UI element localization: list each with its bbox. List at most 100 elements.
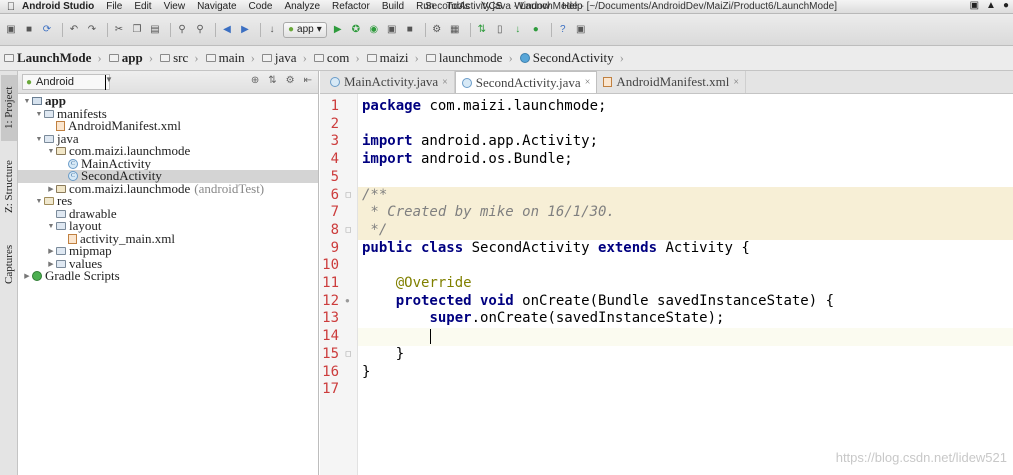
menu-edit[interactable]: Edit — [134, 1, 151, 12]
menu-refactor[interactable]: Refactor — [332, 1, 370, 12]
android-monitor-icon[interactable]: ● — [529, 23, 543, 37]
breadcrumb-launchmode[interactable]: launchmode › — [425, 50, 513, 66]
open-folder-icon[interactable]: ▣ — [4, 23, 18, 37]
breadcrumb-src[interactable]: src › — [160, 50, 199, 66]
expand-arrow-icon[interactable]: ▶ — [46, 185, 56, 193]
tree-item-mipmap[interactable]: ▶ mipmap — [18, 243, 318, 258]
breadcrumb-secondactivity[interactable]: SecondActivity › — [519, 50, 624, 66]
replace-icon[interactable]: ⚲ — [193, 23, 207, 37]
copy-icon[interactable]: ❐ — [130, 23, 144, 37]
cut-icon[interactable]: ✂ — [112, 23, 126, 37]
project-view-select[interactable]: ● Android ▼ — [22, 74, 113, 90]
breadcrumb-maizi[interactable]: maizi › — [366, 50, 419, 66]
menu-navigate[interactable]: Navigate — [197, 1, 236, 12]
menu-code[interactable]: Code — [249, 1, 273, 12]
profile-icon[interactable]: ▣ — [385, 23, 399, 37]
override-icon[interactable]: ● — [345, 296, 350, 305]
camera-icon[interactable]: ▣ — [970, 0, 979, 11]
module-folder-icon — [32, 97, 42, 106]
package-icon — [56, 184, 66, 193]
expand-arrow-icon[interactable]: ▼ — [34, 135, 44, 143]
redo-icon[interactable]: ↷ — [85, 23, 99, 37]
tree-item-res[interactable]: ▼ res — [18, 193, 318, 208]
avd-manager-icon[interactable]: ▯ — [493, 23, 507, 37]
attach-debugger-icon[interactable]: ◉ — [367, 23, 381, 37]
sync-icon[interactable]: ⟳ — [40, 23, 54, 37]
find-icon[interactable]: ⚲ — [175, 23, 189, 37]
expand-arrow-icon[interactable]: ▼ — [46, 222, 56, 230]
close-icon[interactable]: × — [733, 77, 739, 88]
fold-icon[interactable]: ◻ — [345, 349, 352, 358]
menu-view[interactable]: View — [164, 1, 186, 12]
run-icon[interactable]: ▶ — [331, 23, 345, 37]
breadcrumb-project[interactable]: LaunchMode › — [4, 50, 102, 66]
code-line-14 — [358, 328, 1013, 346]
menu-analyze[interactable]: Analyze — [284, 1, 320, 12]
code-line-4: import android.os.Bundle; — [362, 151, 573, 168]
code-line-12: protected void onCreate(Bundle savedInst… — [395, 292, 835, 309]
breadcrumb-main[interactable]: main › — [205, 50, 255, 66]
debug-icon[interactable]: ✪ — [349, 23, 363, 37]
paste-icon[interactable]: ▤ — [148, 23, 162, 37]
folder-icon — [108, 54, 119, 62]
app-menu[interactable]: Android Studio — [22, 1, 94, 12]
tab-structure[interactable]: Z: Structure — [1, 151, 17, 223]
scroll-from-source-icon[interactable]: ⊕ — [251, 75, 259, 86]
expand-arrow-icon[interactable]: ▶ — [46, 260, 56, 268]
tab-captures[interactable]: Captures — [1, 233, 17, 295]
project-structure-icon[interactable]: ▦ — [448, 23, 462, 37]
fold-icon[interactable]: ◻ — [345, 190, 352, 199]
breadcrumb-com[interactable]: com › — [313, 50, 360, 66]
sdk-manager-icon[interactable]: ↓ — [511, 23, 525, 37]
sync-gradle-icon[interactable]: ⇅ — [475, 23, 489, 37]
make-project-icon[interactable]: ↓ — [265, 23, 279, 37]
save-icon[interactable]: ■ — [22, 23, 36, 37]
plugins-icon[interactable]: ▣ — [574, 23, 588, 37]
project-tree: ▼ app ▼ manifests AndroidManifest.xml ▼ … — [18, 93, 318, 283]
coverage-icon[interactable]: ■ — [403, 23, 417, 37]
close-icon[interactable]: × — [442, 77, 448, 88]
tab-secondactivity[interactable]: SecondActivity.java × — [454, 71, 598, 93]
gear-icon[interactable]: ⚙ — [286, 75, 295, 86]
tab-mainactivity[interactable]: MainActivity.java × — [324, 71, 455, 93]
tab-project[interactable]: 1: Project — [1, 75, 17, 141]
help-icon[interactable]: ? — [556, 23, 570, 37]
expand-arrow-icon[interactable]: ▶ — [22, 272, 32, 280]
apple-icon[interactable]:  — [0, 1, 22, 13]
chevron-down-icon: ▼ — [105, 74, 113, 90]
fold-icon[interactable]: ◻ — [345, 225, 352, 234]
expand-arrow-icon[interactable]: ▼ — [46, 147, 56, 155]
tab-androidmanifest[interactable]: AndroidManifest.xml × — [597, 71, 746, 93]
expand-arrow-icon[interactable]: ▼ — [34, 110, 44, 118]
expand-arrow-icon[interactable]: ▼ — [34, 197, 44, 205]
tree-item-package[interactable]: ▼ com.maizi.launchmode — [18, 143, 318, 158]
run-config-select[interactable]: ● app ▾ — [283, 21, 327, 38]
tree-item-mainactivity[interactable]: C MainActivity — [18, 156, 318, 171]
hide-panel-icon[interactable]: ⇤ — [304, 75, 312, 86]
expand-arrow-icon[interactable]: ▶ — [46, 247, 56, 255]
wifi-icon[interactable]: ▲ — [986, 0, 996, 11]
class-icon — [519, 53, 530, 63]
chevron-down-icon: ▾ — [316, 24, 322, 35]
settings-icon[interactable]: ⚙ — [430, 23, 444, 37]
close-icon[interactable]: × — [585, 77, 591, 88]
undo-icon[interactable]: ↶ — [67, 23, 81, 37]
user-icon[interactable]: ● — [1003, 0, 1009, 11]
menu-build[interactable]: Build — [382, 1, 404, 12]
line-number-gutter[interactable]: 1 2 3 4 5 6 7 8 9 10 11 12 13 14 15 16 1… — [320, 94, 358, 475]
tree-item-activity-main-xml[interactable]: activity_main.xml — [18, 231, 318, 246]
package-icon — [56, 147, 66, 156]
breadcrumb-app[interactable]: app › — [108, 50, 153, 66]
line-number: 10 — [322, 257, 339, 274]
back-icon[interactable]: ◀ — [220, 23, 234, 37]
breadcrumb-java[interactable]: java › — [261, 50, 307, 66]
menu-file[interactable]: File — [106, 1, 122, 12]
class-icon: C — [68, 171, 78, 182]
expand-arrow-icon[interactable]: ▼ — [22, 97, 32, 105]
forward-icon[interactable]: ▶ — [238, 23, 252, 37]
folder-icon — [44, 134, 54, 143]
tree-item-drawable[interactable]: drawable — [18, 206, 318, 221]
collapse-all-icon[interactable]: ⇅ — [268, 75, 276, 86]
tree-item-gradle-scripts[interactable]: ▶ Gradle Scripts — [18, 268, 318, 283]
code-editor[interactable]: 1 2 3 4 5 6 7 8 9 10 11 12 13 14 15 16 1… — [320, 94, 1013, 475]
